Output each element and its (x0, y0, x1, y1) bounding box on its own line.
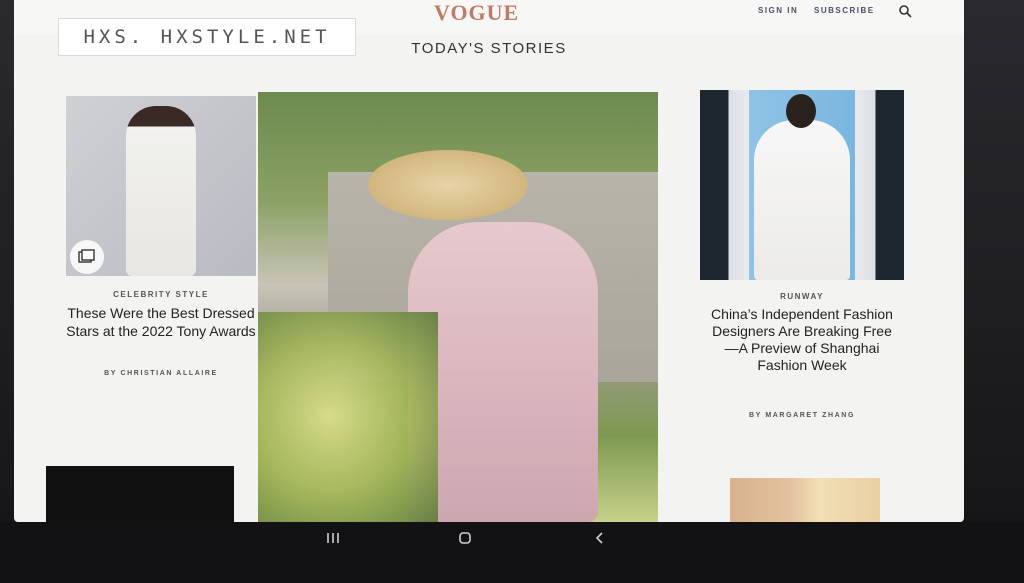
hero-foliage (258, 312, 438, 522)
left-next-story-image[interactable] (46, 466, 234, 522)
gallery-icon[interactable] (70, 240, 104, 274)
right-story-headline[interactable]: China’s Independent Fashion Designers Ar… (706, 306, 898, 374)
left-story-kicker[interactable]: CELEBRITY STYLE (66, 290, 256, 299)
browser-screen: VOGUE SIGN IN SUBSCRIBE TODAY'S STORIES … (14, 0, 964, 522)
right-story-byline[interactable]: BY MARGARET ZHANG (700, 412, 904, 419)
android-nav-bar (0, 522, 1024, 583)
left-story-byline[interactable]: BY CHRISTIAN ALLAIRE (66, 370, 256, 377)
right-story-figure (754, 120, 850, 280)
hero-hat (368, 150, 528, 220)
recents-icon[interactable] (322, 530, 344, 546)
search-icon[interactable] (898, 4, 912, 18)
left-story-figure (126, 106, 196, 276)
home-icon[interactable] (454, 530, 476, 546)
right-story-kicker[interactable]: RUNWAY (700, 292, 904, 301)
back-icon[interactable] (588, 530, 610, 546)
right-story-figure-head (786, 94, 816, 128)
watermark: HXS. HXSTYLE.NET (58, 18, 356, 56)
right-next-story-image[interactable] (730, 478, 880, 522)
vogue-logo[interactable]: VOGUE (434, 0, 519, 26)
sign-in-link[interactable]: SIGN IN (758, 6, 798, 15)
hero-story-image[interactable] (258, 92, 658, 522)
right-story-image[interactable] (700, 90, 904, 280)
left-story-headline[interactable]: These Were the Best Dressed Stars at the… (66, 304, 256, 340)
subscribe-link[interactable]: SUBSCRIBE (814, 6, 875, 15)
